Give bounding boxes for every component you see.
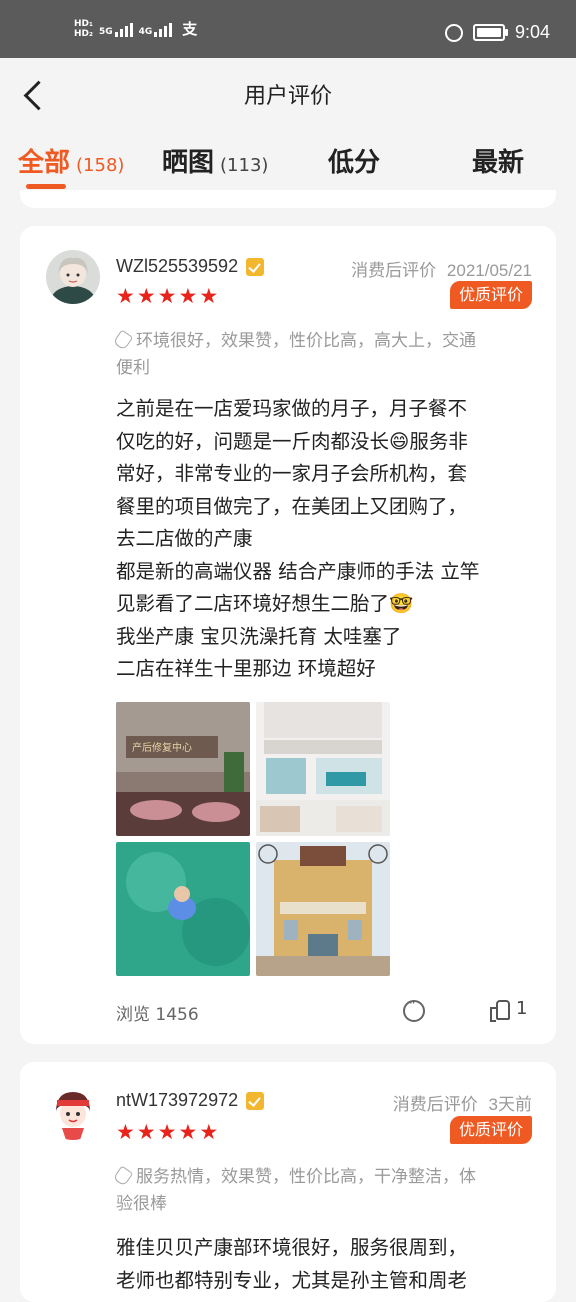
review-date: 2021/05/21	[446, 261, 532, 280]
review-photo[interactable]	[116, 842, 250, 976]
battery-icon	[472, 24, 508, 41]
review-photos: 产后修复中心	[116, 702, 390, 978]
review-meta: 消费后评价 2021/05/21	[351, 256, 532, 281]
review-content: 之前是在一店爱玛家做的月子，月子餐不 仅吃的好，问题是一斤肉都没长😄服务非 常好…	[116, 397, 480, 680]
view-count: 浏览 1456	[116, 1005, 199, 1025]
star-icon: ★	[178, 284, 198, 308]
signal-4g-icon: 4G	[139, 21, 173, 37]
clock: 9:04	[514, 22, 550, 42]
status-left-icons: HD₁ HD₂ 5G 4G 支	[74, 18, 197, 39]
tab-latest[interactable]: 最新	[472, 142, 524, 179]
star-icon: ★	[136, 1120, 156, 1144]
active-tab-indicator	[26, 184, 66, 189]
star-icon: ★	[199, 1120, 219, 1144]
svg-text:产后修复中心: 产后修复中心	[132, 741, 192, 754]
username[interactable]: WZl525539592	[116, 256, 265, 277]
alipay-icon: 支	[182, 20, 198, 38]
tab-all[interactable]: 全部 (158)	[18, 142, 124, 179]
rating-stars: ★ ★ ★ ★ ★	[116, 1120, 218, 1144]
username-text: WZl525539592	[116, 256, 239, 276]
star-icon: ★	[136, 284, 156, 308]
review-card[interactable]: ntW173972972 消费后评价 3天前 ★ ★ ★ ★ ★ 优质评价 服务热情，效…	[20, 1062, 556, 1302]
review-type: 消费后评价	[392, 1095, 478, 1114]
tab-low-score[interactable]: 低分	[328, 142, 380, 179]
review-photo[interactable]	[256, 702, 390, 836]
review-type: 消费后评价	[351, 261, 437, 280]
review-date: 3天前	[488, 1095, 532, 1114]
like-button[interactable]: 1	[490, 998, 528, 1022]
nav-header: 用户评价	[0, 58, 576, 130]
hd-icon: HD₁ HD₂	[74, 18, 93, 39]
review-card[interactable]: WZl525539592 消费后评价 2021/05/21 ★ ★ ★ ★ ★ 优质评价…	[20, 226, 556, 1044]
page-title: 用户评价	[243, 84, 332, 109]
tag-icon	[112, 1165, 134, 1187]
status-right: 9:04	[444, 22, 550, 43]
review-content: 雅佳贝贝产康部环境很好，服务很周到， 老师也都特别专业，尤其是孙主管和周老	[116, 1236, 468, 1292]
previous-card-edge	[20, 190, 556, 208]
star-icon: ★	[157, 1120, 177, 1144]
tag-icon	[112, 329, 134, 351]
review-filter-tabs: 全部 (158) 晒图 (113) 低分 最新	[0, 130, 576, 194]
star-icon: ★	[116, 284, 135, 308]
quality-review-badge: 优质评价	[449, 1116, 532, 1144]
signal-5g-icon: 5G	[99, 21, 133, 37]
review-meta: 消费后评价 3天前	[393, 1090, 532, 1115]
star-icon: ★	[199, 284, 219, 308]
verified-badge-icon	[246, 1091, 265, 1110]
quality-review-badge: 优质评价	[449, 281, 532, 309]
review-tags: 环境很好，效果赞，性价比高，高大上，交通 便利	[112, 328, 536, 382]
comment-icon[interactable]	[403, 996, 425, 1022]
username[interactable]: ntW173972972	[116, 1090, 265, 1111]
star-icon: ★	[116, 1120, 135, 1144]
rating-stars: ★ ★ ★ ★ ★	[116, 284, 218, 308]
star-icon: ★	[157, 284, 177, 308]
thumbs-up-icon	[490, 999, 510, 1022]
username-text: ntW173972972	[116, 1090, 239, 1110]
review-photo[interactable]: 产后修复中心	[116, 702, 250, 836]
status-bar: HD₁ HD₂ 5G 4G 支 9:04	[0, 0, 576, 58]
verified-badge-icon	[246, 257, 265, 276]
star-icon: ★	[178, 1120, 198, 1144]
review-tags: 服务热情，效果赞，性价比高，干净整洁，体 验很棒	[112, 1164, 536, 1218]
like-count: 1	[516, 998, 528, 1019]
avatar[interactable]	[46, 1086, 100, 1140]
avatar[interactable]	[46, 250, 100, 304]
review-photo[interactable]	[256, 842, 390, 976]
alarm-icon	[444, 23, 463, 42]
tab-photos[interactable]: 晒图 (113)	[162, 142, 268, 179]
